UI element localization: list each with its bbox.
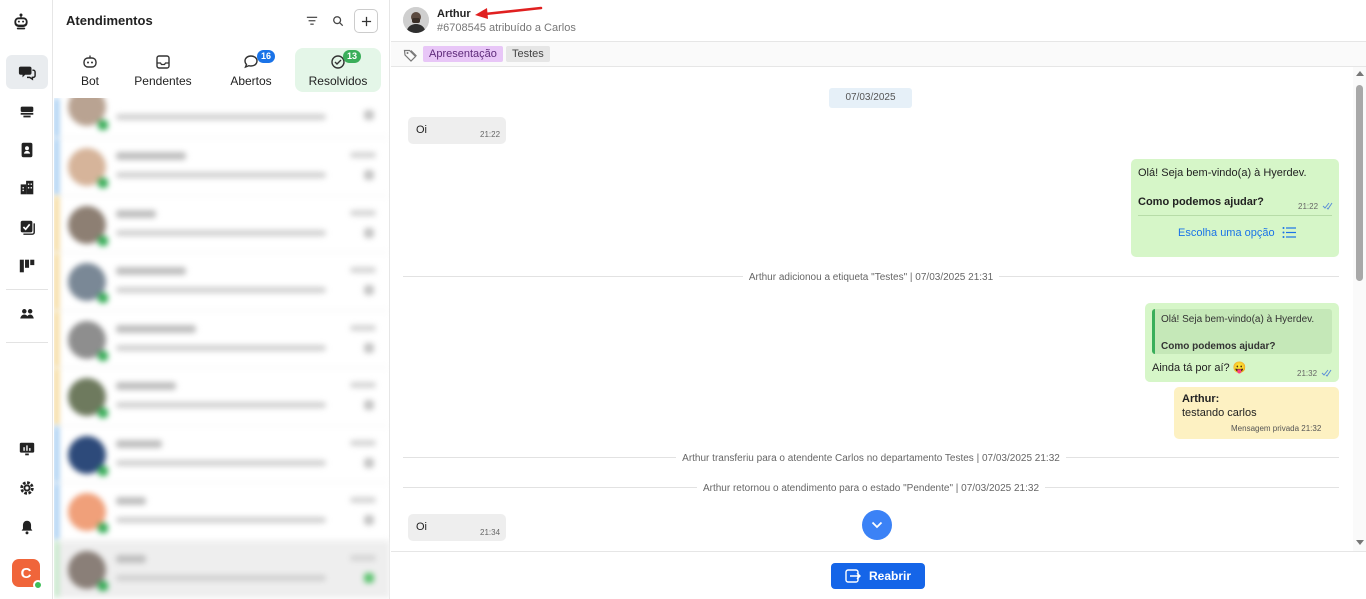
outgoing-message: Olá! Seja bem-vindo(a) à Hyerdev. Como p… [1145, 303, 1339, 382]
chat-header: Arthur #6708545 atribuído a Carlos [391, 0, 1366, 42]
scroll-up-arrow[interactable] [1356, 71, 1364, 76]
logo-icon[interactable] [12, 12, 40, 42]
date-separator: 07/03/2025 [829, 88, 912, 108]
team-icon[interactable] [6, 297, 48, 331]
list-item[interactable] [54, 98, 390, 138]
system-event: Arthur retornou o atendimento para o est… [403, 480, 1339, 494]
contact-avatar[interactable] [403, 7, 429, 33]
list-header: Atendimentos [54, 0, 390, 42]
reopen-icon [845, 569, 861, 583]
user-avatar[interactable]: C [12, 559, 43, 590]
incoming-message: Oi 21:34 [408, 514, 506, 541]
conversation-list-panel: Atendimentos Bot Pendentes 16 Abertos 13… [54, 0, 390, 599]
list-item[interactable] [54, 195, 390, 253]
building-icon[interactable] [6, 171, 48, 205]
list-item[interactable] [54, 540, 390, 598]
chevron-down-icon [871, 521, 883, 529]
quoted-message[interactable]: Olá! Seja bem-vindo(a) à Hyerdev. Como p… [1152, 309, 1332, 354]
list-item[interactable] [54, 138, 390, 196]
message-scrollbar[interactable] [1353, 67, 1366, 551]
tag-icon[interactable] [403, 48, 417, 62]
kanban-icon[interactable] [6, 249, 48, 283]
reopen-button[interactable]: Reabrir [831, 563, 925, 589]
tag-bar: Apresentação Testes [391, 42, 1366, 67]
plus-icon [361, 16, 371, 26]
tag-testes[interactable]: Testes [506, 46, 550, 62]
tab-abertos[interactable]: 16 Abertos [208, 48, 294, 92]
chat-icon[interactable] [6, 55, 48, 89]
read-checks-icon [1322, 202, 1333, 210]
chat-footer: Reabrir [391, 551, 1366, 599]
rail-divider [6, 342, 48, 343]
list-title: Atendimentos [66, 13, 153, 28]
list-item[interactable] [54, 483, 390, 541]
list-item[interactable] [54, 253, 390, 311]
resolvidos-count-badge: 13 [343, 50, 362, 63]
conversation-items [54, 98, 390, 599]
inbox-tray-icon [156, 55, 170, 69]
chat-panel: Arthur #6708545 atribuído a Carlos Apres… [391, 0, 1366, 599]
read-checks-icon [1321, 369, 1332, 377]
online-status-dot [33, 580, 43, 590]
private-message: Arthur: testando carlos Mensagem privada… [1174, 387, 1339, 439]
red-arrow-annotation [475, 6, 543, 19]
message-divider [1138, 215, 1332, 216]
list-item[interactable] [54, 310, 390, 368]
new-conversation-button[interactable] [354, 9, 378, 33]
left-rail: C [0, 0, 53, 599]
status-tabs: Bot Pendentes 16 Abertos 13 Resolvidos [54, 42, 390, 98]
list-item[interactable] [54, 368, 390, 426]
scroll-down-arrow[interactable] [1356, 540, 1364, 545]
rail-divider [6, 289, 48, 290]
tab-pendentes[interactable]: Pendentes [120, 48, 206, 92]
contact-name[interactable]: Arthur [437, 8, 471, 20]
inbox-icon[interactable] [6, 95, 48, 129]
monitor-icon[interactable] [6, 432, 48, 466]
system-event: Arthur transferiu para o atendente Carlo… [403, 450, 1339, 464]
scroll-to-bottom-button[interactable] [862, 510, 892, 540]
gear-icon[interactable] [6, 471, 48, 505]
filter-icon[interactable] [302, 11, 322, 31]
choose-option-button[interactable]: Escolha uma opção [1131, 221, 1339, 245]
scroll-thumb[interactable] [1356, 85, 1363, 281]
contacts-icon[interactable] [6, 133, 48, 167]
system-event: Arthur adicionou a etiqueta "Testes" | 0… [403, 269, 1339, 283]
ticket-subtitle: #6708545 atribuído a Carlos [437, 22, 576, 34]
search-icon[interactable] [328, 11, 348, 31]
outgoing-message: Olá! Seja bem-vindo(a) à Hyerdev. Como p… [1131, 159, 1339, 257]
tab-resolvidos[interactable]: 13 Resolvidos [295, 48, 381, 92]
list-icon [1282, 227, 1296, 238]
tasks-icon[interactable] [6, 210, 48, 244]
bot-icon [83, 55, 97, 68]
incoming-message: Oi 21:22 [408, 117, 506, 144]
tag-apresentacao[interactable]: Apresentação [423, 46, 503, 62]
bell-icon[interactable] [6, 510, 48, 544]
list-item[interactable] [54, 425, 390, 483]
message-area: 07/03/2025 Oi 21:22 Olá! Seja bem-vindo(… [391, 67, 1353, 551]
abertos-count-badge: 16 [257, 50, 276, 63]
